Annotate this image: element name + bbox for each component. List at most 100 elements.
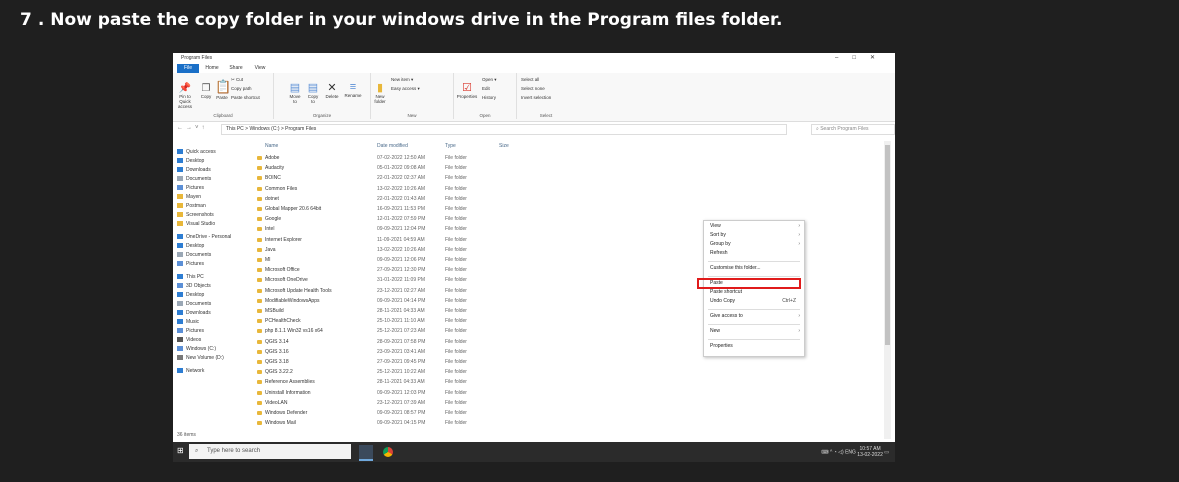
table-row[interactable]: Internet Explorer 11-09-2021 04:59 AM File… (173, 237, 533, 246)
table-row[interactable]: MSBuild 28-11-2021 04:33 AM File folder (173, 308, 533, 317)
menu-item-sort-by[interactable]: Sort by › (710, 232, 800, 238)
table-row[interactable]: Windows Mail 09-09-2021 04:15 PM File fold… (173, 420, 533, 429)
select-all-button[interactable]: Select all (521, 77, 539, 82)
properties-button[interactable]: ☑ Properties (456, 81, 478, 99)
table-row[interactable]: Adobe 07-02-2022 12:50 AM File folder (173, 155, 533, 164)
group-clipboard: 📌 Pin to Quick access ❐ Copy 📋 Paste ✂ Cut … (173, 73, 274, 119)
column-size[interactable]: Size (499, 143, 509, 149)
copy-to-button[interactable]: ▤ Copy to (306, 81, 320, 104)
history-button[interactable]: History (482, 95, 496, 100)
table-row[interactable]: Global Mapper 20.6 64bit 16-09-2021 11:53… (173, 206, 533, 215)
table-row[interactable]: php 8.1.1 Win32 vs16 x64 25-12-2021 07:23… (173, 328, 533, 337)
cut-button[interactable]: ✂ Cut (231, 77, 243, 83)
folder-icon (257, 380, 262, 385)
tab-view[interactable]: View (249, 64, 271, 73)
table-row[interactable]: QGIS 3.18 27-09-2021 09:45 PM File folder (173, 359, 533, 368)
select-none-button[interactable]: Select none (521, 86, 545, 91)
table-row[interactable]: dotnet 22-01-2022 01:43 AM File folder (173, 196, 533, 205)
new-item-button[interactable]: New item ▾ (391, 77, 413, 83)
copy-button[interactable]: ❐ Copy (199, 83, 213, 99)
folder-icon (257, 247, 262, 252)
file-explorer-taskbar-icon[interactable] (359, 445, 373, 461)
table-row[interactable]: QGIS 3.14 28-09-2021 07:58 PM File folder (173, 339, 533, 348)
notification-icon[interactable]: ▭ (884, 449, 889, 455)
file-name: PCHealthCheck (265, 318, 301, 325)
table-row[interactable]: Microsoft Update Health Tools 23-12-2021 … (173, 288, 533, 297)
file-date: 09-09-2021 04:15 PM (377, 420, 426, 427)
table-row[interactable]: Uninstall Information 09-09-2021 12:03 PM… (173, 390, 533, 399)
table-row[interactable]: QGIS 3.22.2 25-12-2021 10:22 AM File folde… (173, 369, 533, 378)
copy-path-button[interactable]: Copy path (231, 86, 252, 91)
file-type: File folder (445, 216, 467, 223)
file-date: 25-12-2021 10:22 AM (377, 369, 426, 376)
table-row[interactable]: BOINC 22-01-2022 02:37 AM File folder (173, 175, 533, 184)
column-name[interactable]: Name (265, 143, 278, 149)
rename-button[interactable]: ≡ Rename (342, 81, 364, 98)
table-row[interactable]: Microsoft Office 27-09-2021 12:30 PM File … (173, 267, 533, 276)
table-row[interactable]: VideoLAN 23-12-2021 07:39 AM File folder (173, 400, 533, 409)
chrome-taskbar-icon[interactable] (383, 447, 393, 457)
move-to-button[interactable]: ▤ Move to (288, 81, 302, 104)
paste-button[interactable]: 📋 Paste (215, 79, 231, 100)
column-date[interactable]: Date modified (377, 143, 408, 149)
table-row[interactable]: Google 12-01-2022 07:59 PM File folder (173, 216, 533, 225)
pin-button[interactable]: 📌 Pin to Quick access (175, 83, 195, 109)
search-box[interactable]: ⌕ Search Program Files (811, 124, 895, 135)
delete-button[interactable]: ✕ Delete (324, 81, 340, 99)
address-bar[interactable]: This PC > Windows (C:) > Program Files (221, 124, 787, 135)
file-name: MI (265, 257, 271, 263)
tab-home[interactable]: Home (201, 64, 223, 73)
navigation-arrows[interactable]: ←→˅↑ (177, 125, 208, 131)
table-row[interactable]: QGIS 3.16 23-09-2021 03:41 AM File folder (173, 349, 533, 358)
table-row[interactable]: PCHealthCheck 25-10-2021 11:10 AM File fol… (173, 318, 533, 327)
edit-button[interactable]: Edit (482, 86, 490, 91)
table-row[interactable]: Java 13-02-2022 10:26 AM File folder (173, 247, 533, 256)
tab-share[interactable]: Share (225, 64, 247, 73)
nav-item-icon (177, 149, 183, 155)
file-name: QGIS 3.18 (265, 359, 289, 365)
menu-item-customise[interactable]: Customise this folder... (710, 265, 800, 271)
table-row[interactable]: Audacity 05-01-2022 09:08 AM File folder (173, 165, 533, 174)
easy-access-button[interactable]: Easy access ▾ (391, 86, 420, 92)
language-indicator[interactable]: ENG (845, 449, 856, 455)
file-date: 28-09-2021 07:58 PM (377, 338, 426, 345)
network-icon[interactable]: ◔ (834, 449, 837, 455)
open-button[interactable]: Open ▾ (482, 77, 497, 83)
file-type: File folder (445, 420, 467, 427)
menu-item-paste-shortcut[interactable]: Paste shortcut (710, 289, 800, 295)
table-row[interactable]: Common Files 13-02-2022 10:26 AM File fold… (173, 186, 533, 195)
menu-item-properties[interactable]: Properties (710, 343, 800, 349)
taskbar: ⊞ ⌕ Type here to search ⌨ ^ ◔ ◁) ENG 10:5… (173, 442, 895, 462)
folder-icon (257, 370, 262, 375)
window-controls[interactable]: –□✕ (835, 54, 889, 61)
column-type[interactable]: Type (445, 143, 456, 149)
menu-item-group-by[interactable]: Group by › (710, 241, 800, 247)
table-row[interactable]: MI 09-09-2021 12:06 PM File folder (173, 257, 533, 266)
menu-item-refresh[interactable]: Refresh (710, 250, 800, 256)
tab-file[interactable]: File (177, 64, 199, 73)
windows-start-icon[interactable]: ⊞ (177, 446, 184, 455)
menu-item-undo-copy[interactable]: Undo Copy Ctrl+Z (710, 298, 800, 304)
table-row[interactable]: Windows Defender 09-09-2021 08:57 PM File … (173, 410, 533, 419)
menu-item-view[interactable]: View › (710, 223, 800, 229)
folder-icon (257, 166, 262, 171)
paste-shortcut-button[interactable]: Paste shortcut (231, 95, 260, 100)
table-row[interactable]: Intel 09-09-2021 12:04 PM File folder (173, 226, 533, 235)
taskbar-search[interactable]: ⌕ Type here to search (189, 444, 351, 459)
invert-selection-button[interactable]: Invert selection (521, 95, 551, 100)
new-folder-button[interactable]: ▮ New folder (373, 81, 387, 104)
folder-icon: ▮ (376, 82, 384, 94)
scrollbar-thumb[interactable] (885, 145, 890, 345)
scrollbar[interactable] (884, 141, 891, 439)
table-row[interactable]: Microsoft OneDrive 31-01-2022 11:09 PM Fil… (173, 277, 533, 286)
menu-item-give-access[interactable]: Give access to › (710, 313, 800, 319)
folder-icon (257, 349, 262, 354)
table-row[interactable]: Reference Assemblies 28-11-2021 04:33 AM F… (173, 379, 533, 388)
menu-item-new[interactable]: New › (710, 328, 800, 334)
organize-label: Organize (312, 113, 332, 118)
volume-icon[interactable]: ◁) (838, 449, 844, 455)
table-row[interactable]: ModifiableWindowsApps 09-09-2021 04:14 PM… (173, 298, 533, 307)
clock[interactable]: 10:57 AM 13-02-2022 (857, 446, 883, 458)
keyboard-icon[interactable]: ⌨ (821, 449, 828, 455)
folder-icon (257, 196, 262, 201)
